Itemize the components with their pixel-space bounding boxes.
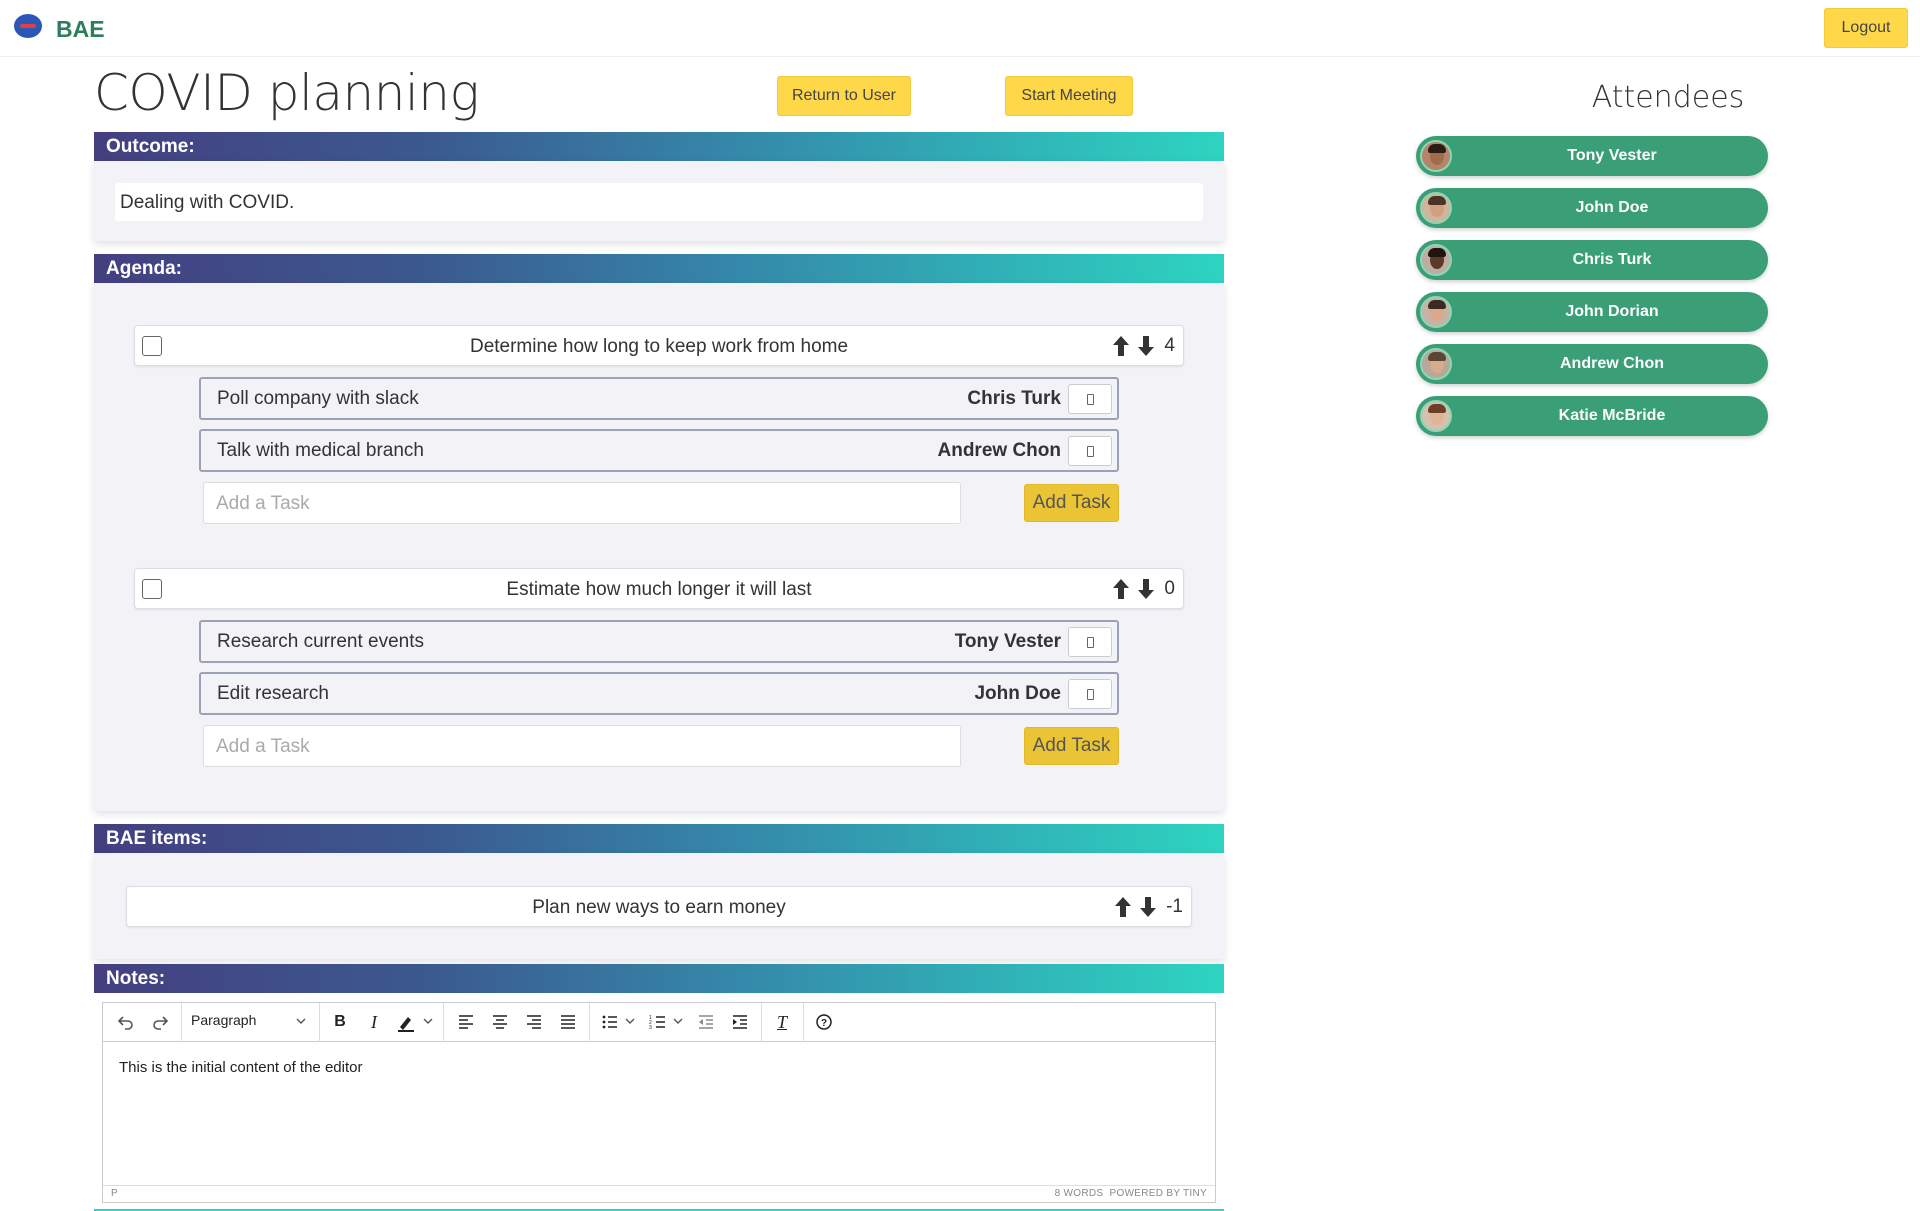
bae-item-title: Plan new ways to earn money — [532, 897, 786, 918]
avatar — [1420, 192, 1452, 224]
powered-by-link[interactable]: POWERED BY TINY — [1110, 1188, 1207, 1199]
task-text: Research current events — [217, 631, 424, 652]
outcome-text: Dealing with COVID. — [115, 183, 1203, 221]
outdent-icon[interactable] — [693, 1009, 719, 1035]
task-assignee: John Doe — [974, 683, 1061, 704]
notes-editor: Paragraph B I 1 2 3 T ? This is the init… — [102, 1002, 1216, 1203]
attendee-pill[interactable]: John Dorian — [1416, 292, 1768, 332]
attendee-pill[interactable]: Katie McBride — [1416, 396, 1768, 436]
agenda-header: Agenda: — [94, 254, 1224, 283]
task-text: Talk with medical branch — [217, 440, 424, 461]
avatar — [1420, 296, 1452, 328]
align-left-icon[interactable] — [453, 1009, 479, 1035]
bae-item: Plan new ways to earn money -1 — [126, 886, 1192, 927]
attendee-name: Andrew Chon — [1560, 355, 1664, 372]
attendee-pill[interactable]: Chris Turk — [1416, 240, 1768, 280]
add-task-input[interactable]: Add a Task — [203, 482, 961, 524]
word-count: 8 WORDS — [1054, 1188, 1104, 1199]
add-task-button[interactable]: Add Task — [1024, 727, 1119, 765]
attendees-heading: Attendees — [1591, 80, 1745, 115]
indent-icon[interactable] — [727, 1009, 753, 1035]
attendee-pill[interactable]: Andrew Chon — [1416, 344, 1768, 384]
checkbox-icon — [1087, 689, 1094, 700]
attendee-name: John Dorian — [1565, 303, 1659, 320]
checkbox-icon — [1087, 394, 1094, 405]
chevron-down-icon[interactable] — [421, 1009, 435, 1035]
editor-toolbar: Paragraph B I 1 2 3 T ? — [103, 1003, 1215, 1042]
task-row: Poll company with slack Chris Turk — [199, 377, 1119, 420]
task-assignee: Tony Vester — [954, 631, 1061, 652]
redo-icon[interactable] — [147, 1009, 173, 1035]
numbered-list-icon[interactable]: 123 — [645, 1009, 671, 1035]
task-row: Edit research John Doe — [199, 672, 1119, 715]
vote-count: 0 — [1164, 578, 1175, 599]
vote-count: 4 — [1164, 335, 1175, 356]
checkbox-icon — [1087, 446, 1094, 457]
add-task-button[interactable]: Add Task — [1024, 484, 1119, 522]
task-assignee: Chris Turk — [967, 388, 1061, 409]
avatar — [1420, 140, 1452, 172]
task-complete-checkbox[interactable] — [1068, 679, 1112, 709]
agenda-item-title: Determine how long to keep work from hom… — [469, 336, 849, 357]
bae-items-header: BAE items: — [94, 824, 1224, 853]
add-task-input[interactable]: Add a Task — [203, 725, 961, 767]
task-text: Poll company with slack — [217, 388, 419, 409]
move-up-arrow-icon[interactable] — [1112, 894, 1134, 920]
task-complete-checkbox[interactable] — [1068, 627, 1112, 657]
agenda-item: Determine how long to keep work from hom… — [134, 325, 1184, 366]
outcome-header: Outcome: — [94, 132, 1224, 161]
brand-name[interactable]: BAE — [56, 16, 105, 43]
chevron-down-icon[interactable] — [671, 1009, 685, 1035]
editor-content[interactable]: This is the initial content of the edito… — [119, 1059, 362, 1076]
agenda-item-title: Estimate how much longer it will last — [506, 579, 812, 600]
editor-statusbar: P 8 WORDS POWERED BY TINY — [103, 1185, 1215, 1202]
task-row: Research current events Tony Vester — [199, 620, 1119, 663]
move-down-arrow-icon[interactable] — [1135, 333, 1157, 359]
avatar — [1420, 348, 1452, 380]
attendee-pill[interactable]: John Doe — [1416, 188, 1768, 228]
task-complete-checkbox[interactable] — [1068, 436, 1112, 466]
align-right-icon[interactable] — [521, 1009, 547, 1035]
bold-icon[interactable]: B — [327, 1009, 353, 1035]
attendee-name: John Doe — [1575, 199, 1649, 216]
help-icon[interactable]: ? — [811, 1009, 837, 1035]
svg-text:3: 3 — [649, 1025, 652, 1030]
page-title: COVID planning — [94, 64, 479, 122]
navbar: BAE Logout — [0, 0, 1920, 57]
move-up-arrow-icon[interactable] — [1110, 333, 1132, 359]
undo-icon[interactable] — [113, 1009, 139, 1035]
bullet-list-icon[interactable] — [597, 1009, 623, 1035]
attendee-name: Katie McBride — [1558, 407, 1666, 424]
start-meeting-button[interactable]: Start Meeting — [1005, 76, 1133, 116]
align-center-icon[interactable] — [487, 1009, 513, 1035]
element-path[interactable]: P — [111, 1188, 118, 1199]
clear-format-icon[interactable]: T — [769, 1009, 795, 1035]
checkbox-icon — [1087, 637, 1094, 648]
app-logo-icon[interactable] — [14, 14, 42, 38]
chevron-down-icon[interactable] — [623, 1009, 637, 1035]
task-row: Talk with medical branch Andrew Chon — [199, 429, 1119, 472]
highlight-icon[interactable] — [393, 1009, 419, 1035]
task-assignee: Andrew Chon — [937, 440, 1062, 461]
task-text: Edit research — [217, 683, 329, 704]
move-down-arrow-icon[interactable] — [1137, 894, 1159, 920]
italic-icon[interactable]: I — [361, 1009, 387, 1035]
align-justify-icon[interactable] — [555, 1009, 581, 1035]
vote-count: -1 — [1166, 896, 1183, 917]
attendee-pill[interactable]: Tony Vester — [1416, 136, 1768, 176]
move-up-arrow-icon[interactable] — [1110, 576, 1132, 602]
chevron-down-icon[interactable] — [293, 1009, 309, 1035]
notes-header: Notes: — [94, 964, 1224, 993]
attendee-name: Chris Turk — [1572, 251, 1652, 268]
avatar — [1420, 244, 1452, 276]
avatar — [1420, 400, 1452, 432]
svg-text:?: ? — [821, 1018, 827, 1029]
agenda-item: Estimate how much longer it will last 0 — [134, 568, 1184, 609]
return-to-user-button[interactable]: Return to User — [777, 76, 911, 116]
logout-button[interactable]: Logout — [1824, 8, 1908, 48]
task-complete-checkbox[interactable] — [1068, 384, 1112, 414]
attendee-name: Tony Vester — [1567, 147, 1657, 164]
move-down-arrow-icon[interactable] — [1135, 576, 1157, 602]
